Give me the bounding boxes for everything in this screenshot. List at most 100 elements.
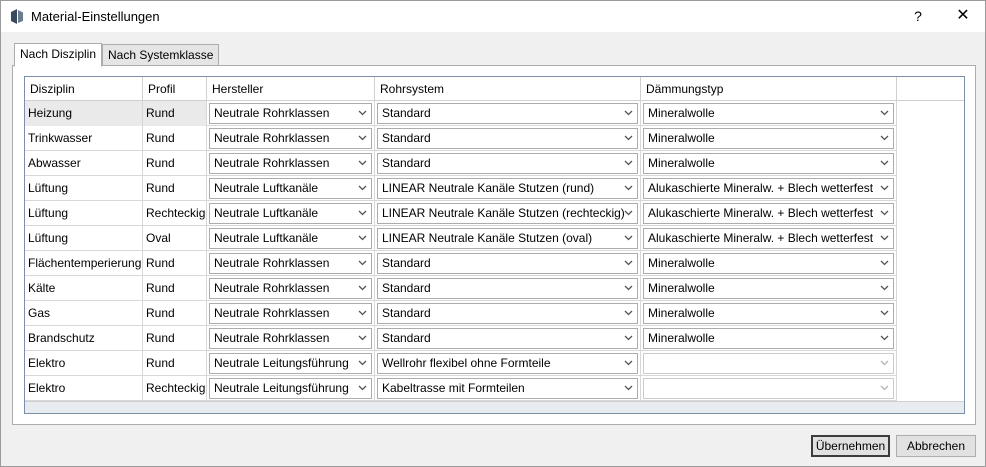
tab-nach-disziplin[interactable]: Nach Disziplin [14,43,103,67]
combo-value: LINEAR Neutrale Kanäle Stutzen (oval) [382,231,593,245]
daemmungstyp-combobox[interactable]: Mineralwolle [643,303,894,324]
combo-value: Neutrale Rohrklassen [214,131,330,145]
rohrsystem-combobox[interactable]: Standard [377,303,638,324]
cell-hersteller: Neutrale Rohrklassen [207,326,375,351]
table-row[interactable]: Lüftung Rechteckig Neutrale Luftkanäle LINE… [25,201,897,226]
cell-rohrsystem: Standard [375,251,641,276]
hersteller-combobox[interactable]: Neutrale Leitungsführung [209,353,372,374]
rohrsystem-combobox[interactable]: Standard [377,128,638,149]
table-row[interactable]: Lüftung Rund Neutrale Luftkanäle LINEAR Neu… [25,176,897,201]
rohrsystem-combobox[interactable]: Kabeltrasse mit Formteilen [377,378,638,399]
combo-value: Mineralwolle [648,281,715,295]
tab-panel: Disziplin Profil Hersteller Rohrsystem D… [12,65,976,425]
table-row[interactable]: Heizung Rund Neutrale Rohrklassen Standard M… [25,101,897,126]
hersteller-combobox[interactable]: Neutrale Rohrklassen [209,103,372,124]
daemmungstyp-combobox[interactable]: Mineralwolle [643,103,894,124]
rohrsystem-combobox[interactable]: LINEAR Neutrale Kanäle Stutzen (oval) [377,228,638,249]
title-bar: Material-Einstellungen ? ✕ [1,1,985,32]
cell-disziplin: Elektro [25,376,143,401]
cell-rohrsystem: Wellrohr flexibel ohne Formteile [375,351,641,376]
cell-hersteller: Neutrale Rohrklassen [207,301,375,326]
combo-value: Neutrale Rohrklassen [214,256,330,270]
table-row[interactable]: Gas Rund Neutrale Rohrklassen Standard Miner… [25,301,897,326]
combo-value: Neutrale Rohrklassen [214,331,330,345]
combo-value: Mineralwolle [648,156,715,170]
column-header-daemmungstyp[interactable]: Dämmungstyp [641,77,897,101]
chevron-down-icon [624,360,633,366]
hersteller-combobox[interactable]: Neutrale Leitungsführung [209,378,372,399]
cancel-button[interactable]: Abbrechen [896,435,976,457]
rohrsystem-combobox[interactable]: Standard [377,328,638,349]
rohrsystem-combobox[interactable]: Standard [377,253,638,274]
table-row[interactable]: Abwasser Rund Neutrale Rohrklassen Standard… [25,151,897,176]
table-row[interactable]: Trinkwasser Rund Neutrale Rohrklassen Stand… [25,126,897,151]
chevron-down-icon [880,185,889,191]
hersteller-combobox[interactable]: Neutrale Rohrklassen [209,253,372,274]
grid-header: Disziplin Profil Hersteller Rohrsystem D… [25,77,964,101]
table-row[interactable]: Lüftung Oval Neutrale Luftkanäle LINEAR Neu… [25,226,897,251]
daemmungstyp-combobox[interactable]: Alukaschierte Mineralw. + Blech wetterfe… [643,228,894,249]
help-button[interactable]: ? [906,5,930,27]
cell-profil: Rund [143,251,207,276]
cell-profil: Rund [143,126,207,151]
hersteller-combobox[interactable]: Neutrale Rohrklassen [209,303,372,324]
cell-hersteller: Neutrale Leitungsführung [207,351,375,376]
chevron-down-icon [880,285,889,291]
daemmungstyp-combobox[interactable]: Mineralwolle [643,153,894,174]
column-header-rohrsystem[interactable]: Rohrsystem [375,77,641,101]
daemmungstyp-combobox[interactable]: Alukaschierte Mineralw. + Blech wetterfe… [643,178,894,199]
cell-hersteller: Neutrale Rohrklassen [207,276,375,301]
cell-profil: Rund [143,151,207,176]
grid-horizontal-scrollbar[interactable] [25,401,964,413]
table-row[interactable]: Elektro Rund Neutrale Leitungsführung Wellr… [25,351,897,376]
cell-rohrsystem: Standard [375,101,641,126]
chevron-down-icon [624,110,633,116]
hersteller-combobox[interactable]: Neutrale Luftkanäle [209,178,372,199]
tab-nach-systemklasse[interactable]: Nach Systemklasse [102,44,220,66]
table-row[interactable]: Brandschutz Rund Neutrale Rohrklassen Stand… [25,326,897,351]
hersteller-combobox[interactable]: Neutrale Rohrklassen [209,128,372,149]
hersteller-combobox[interactable]: Neutrale Rohrklassen [209,278,372,299]
rohrsystem-combobox[interactable]: Wellrohr flexibel ohne Formteile [377,353,638,374]
rohrsystem-combobox[interactable]: Standard [377,103,638,124]
cell-disziplin: Lüftung [25,176,143,201]
column-header-disziplin[interactable]: Disziplin [25,77,143,101]
chevron-down-icon [358,260,367,266]
combo-value: Alukaschierte Mineralw. + Blech wetterfe… [648,206,874,220]
combo-value: Neutrale Rohrklassen [214,306,330,320]
table-row[interactable]: Flächentemperierung Rund Neutrale Rohrklas… [25,251,897,276]
cell-hersteller: Neutrale Luftkanäle [207,201,375,226]
hersteller-combobox[interactable]: Neutrale Luftkanäle [209,228,372,249]
combo-value: Standard [382,306,431,320]
dialog-window: Material-Einstellungen ? ✕ Nach Diszipli… [0,0,986,467]
daemmungstyp-combobox[interactable]: Alukaschierte Mineralw. + Blech wetterfe… [643,203,894,224]
hersteller-combobox[interactable]: Neutrale Luftkanäle [209,203,372,224]
daemmungstyp-combobox[interactable]: Mineralwolle [643,253,894,274]
rohrsystem-combobox[interactable]: LINEAR Neutrale Kanäle Stutzen (rechteck… [377,203,638,224]
chevron-down-icon [624,210,633,216]
close-button[interactable]: ✕ [949,5,977,27]
daemmungstyp-combobox[interactable]: Mineralwolle [643,278,894,299]
cell-disziplin: Trinkwasser [25,126,143,151]
chevron-down-icon [358,310,367,316]
cell-daemmungstyp [641,351,897,376]
rohrsystem-combobox[interactable]: Standard [377,153,638,174]
daemmungstyp-combobox[interactable] [643,353,894,374]
combo-value: Standard [382,256,431,270]
chevron-down-icon [880,385,889,391]
chevron-down-icon [358,360,367,366]
daemmungstyp-combobox[interactable]: Mineralwolle [643,328,894,349]
table-row[interactable]: Kälte Rund Neutrale Rohrklassen Standard Min… [25,276,897,301]
daemmungstyp-combobox[interactable]: Mineralwolle [643,128,894,149]
hersteller-combobox[interactable]: Neutrale Rohrklassen [209,328,372,349]
chevron-down-icon [880,335,889,341]
table-row[interactable]: Elektro Rechteckig Neutrale Leitungsführun… [25,376,897,401]
rohrsystem-combobox[interactable]: Standard [377,278,638,299]
rohrsystem-combobox[interactable]: LINEAR Neutrale Kanäle Stutzen (rund) [377,178,638,199]
daemmungstyp-combobox[interactable] [643,378,894,399]
hersteller-combobox[interactable]: Neutrale Rohrklassen [209,153,372,174]
column-header-hersteller[interactable]: Hersteller [207,77,375,101]
apply-button[interactable]: Übernehmen [811,435,890,457]
column-header-profil[interactable]: Profil [143,77,207,101]
combo-value: Wellrohr flexibel ohne Formteile [382,356,551,370]
